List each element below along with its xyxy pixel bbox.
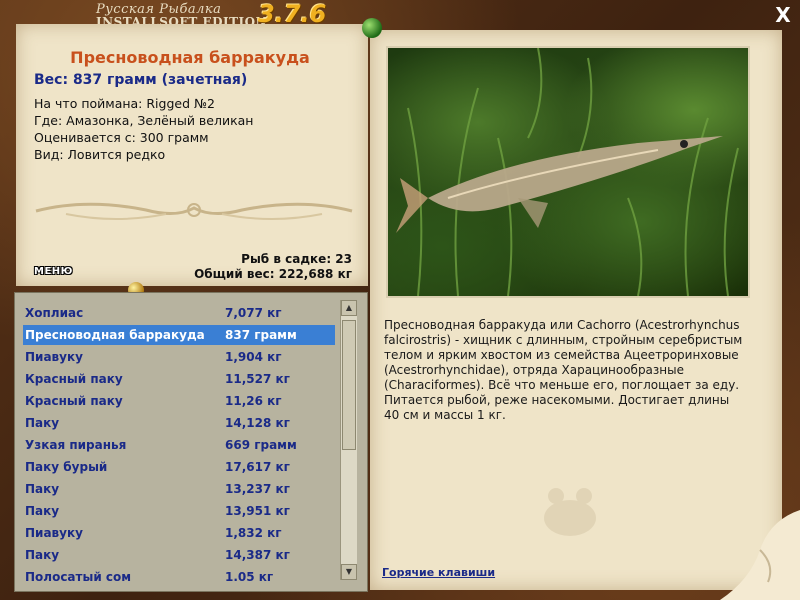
list-item[interactable]: Красный паку 11,26 кг: [23, 391, 335, 411]
list-item[interactable]: Пиавуку 1,832 кг: [23, 523, 335, 543]
page-curl-icon: [720, 510, 800, 600]
fish-list-weight: 11,527 кг: [225, 372, 290, 386]
list-item[interactable]: Паку 13,951 кг: [23, 501, 335, 521]
ornament-divider-icon: [35, 202, 353, 220]
scroll-down-icon[interactable]: ▼: [341, 564, 357, 580]
fish-list-weight: 13,951 кг: [225, 504, 290, 518]
fish-list-weight: 13,237 кг: [225, 482, 290, 496]
total-weight: Общий вес: 222,688 кг: [194, 267, 352, 281]
list-item[interactable]: Паку 13,237 кг: [23, 479, 335, 499]
fish-list-weight: 837 грамм: [225, 328, 297, 342]
list-item[interactable]: Полосатый сом 1.05 кг: [23, 567, 335, 587]
mascot-watermark-icon: [544, 488, 596, 536]
bait-info: На что поймана: Rigged №2: [34, 96, 215, 111]
list-item[interactable]: Узкая пиранья 669 грамм: [23, 435, 335, 455]
list-scrollbar[interactable]: ▲ ▼: [340, 300, 357, 580]
scroll-thumb[interactable]: [342, 320, 356, 450]
list-item[interactable]: Пиавуку 1,904 кг: [23, 347, 335, 367]
fish-list-weight: 14,387 кг: [225, 548, 290, 562]
fish-name: Узкая пиранья: [25, 438, 127, 452]
fish-photo: [386, 46, 750, 298]
menu-button[interactable]: МЕНЮ: [34, 266, 73, 277]
fish-name: Полосатый сом: [25, 570, 132, 584]
fish-title: Пресноводная барракуда: [70, 48, 310, 67]
list-item[interactable]: Красный паку 11,527 кг: [23, 369, 335, 389]
fish-weight: Вес: 837 грамм (зачетная): [34, 72, 248, 88]
fish-list-weight: 14,128 кг: [225, 416, 290, 430]
fish-name: Паку: [25, 482, 60, 496]
barracuda-image-icon: [396, 48, 739, 296]
fish-list-weight: 1,832 кг: [225, 526, 282, 540]
fish-name: Красный паку: [25, 372, 123, 386]
list-item[interactable]: Паку 14,387 кг: [23, 545, 335, 565]
min-weight-info: Оценивается с: 300 грамм: [34, 130, 209, 145]
fish-name: Пиавуку: [25, 350, 83, 364]
fish-list-weight: 1.05 кг: [225, 570, 274, 584]
rarity-info: Вид: Ловится редко: [34, 147, 166, 162]
fish-name: Паку: [25, 504, 60, 518]
catch-list: Хоплиас 7,077 кг Пресноводная барракуда 837…: [14, 292, 368, 592]
catch-stats: Рыб в садке: 23 Общий вес: 222,688 кг: [194, 252, 352, 282]
fish-list-weight: 7,077 кг: [225, 306, 282, 320]
fish-list-weight: 1,904 кг: [225, 350, 282, 364]
hotkeys-link[interactable]: Горячие клавиши: [382, 566, 495, 579]
fish-description: Пресноводная барракуда или Cachorro (Ace…: [384, 318, 743, 422]
fish-name: Пиавуку: [25, 526, 83, 540]
fish-name: Паку: [25, 416, 60, 430]
list-item[interactable]: Паку 14,128 кг: [23, 413, 335, 433]
fish-count: Рыб в садке: 23: [241, 252, 352, 266]
scroll-up-icon[interactable]: ▲: [341, 300, 357, 316]
fish-list-weight: 11,26 кг: [225, 394, 282, 408]
fish-name: Хоплиас: [25, 306, 84, 320]
fish-name: Паку бурый: [25, 460, 108, 474]
list-item[interactable]: Хоплиас 7,077 кг: [23, 303, 335, 323]
green-pin-icon: [362, 18, 382, 38]
fish-list-weight: 17,617 кг: [225, 460, 290, 474]
fish-name: Пресноводная барракуда: [25, 328, 205, 342]
location-info: Где: Амазонка, Зелёный великан: [34, 113, 254, 128]
fish-name: Паку: [25, 548, 60, 562]
close-button[interactable]: X: [772, 4, 794, 26]
list-item[interactable]: Паку бурый 17,617 кг: [23, 457, 335, 477]
list-item[interactable]: Пресноводная барракуда 837 грамм: [23, 325, 335, 345]
fish-list-weight: 669 грамм: [225, 438, 297, 452]
fish-name: Красный паку: [25, 394, 123, 408]
